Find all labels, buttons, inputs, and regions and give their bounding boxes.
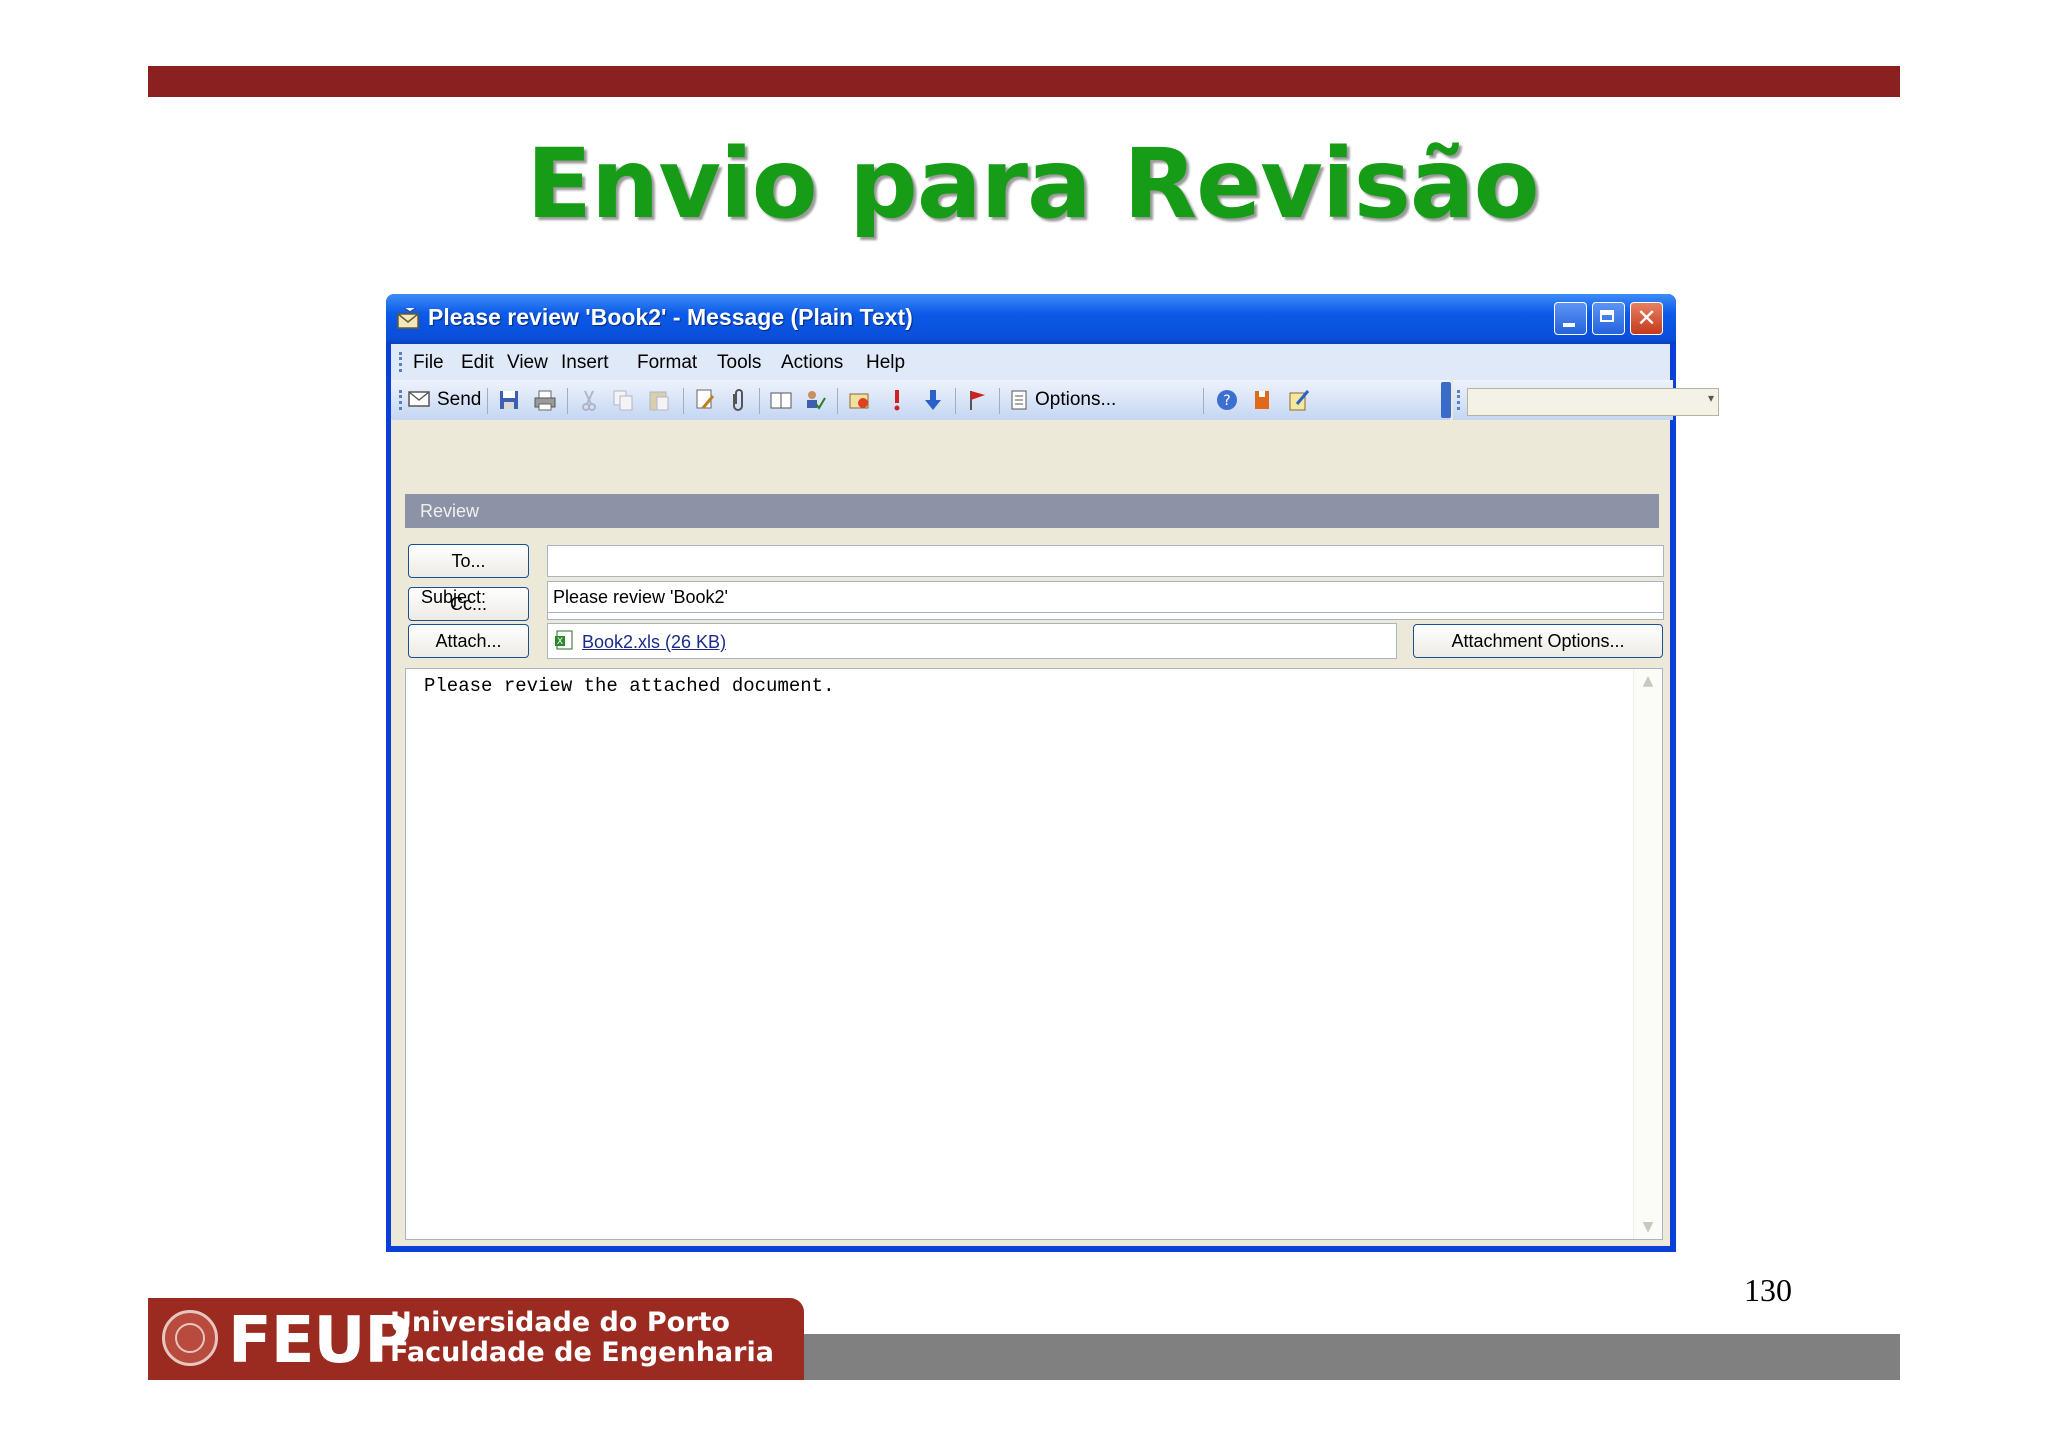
options-icon xyxy=(1011,390,1027,410)
toolbar-grip[interactable] xyxy=(1457,390,1463,410)
follow-up-flag-icon[interactable] xyxy=(965,388,989,412)
options-label: Options... xyxy=(1035,389,1117,410)
minimize-button[interactable] xyxy=(1554,302,1587,335)
toolbar-combo-box[interactable]: ▾ xyxy=(1467,388,1719,416)
window-client: File Edit View Insert Format Tools Actio… xyxy=(391,344,1719,1246)
attachment-link[interactable]: Book2.xls (26 KB) xyxy=(582,632,726,653)
footer-gray-bar xyxy=(800,1334,1900,1380)
subject-field[interactable]: Please review 'Book2' xyxy=(547,581,1664,613)
page-number: 130 xyxy=(1744,1272,1792,1308)
maximize-button[interactable] xyxy=(1592,302,1625,335)
to-button[interactable]: To... xyxy=(408,544,529,578)
menu-insert[interactable]: Insert xyxy=(561,352,609,374)
envelope-icon xyxy=(397,307,419,329)
footer-line-1: Universidade do Porto xyxy=(390,1307,730,1338)
window-title: Please review 'Book2' - Message (Plain T… xyxy=(428,304,913,330)
standard-toolbar: Send Options... ? xyxy=(391,380,1451,420)
menu-bar: File Edit View Insert Format Tools Actio… xyxy=(391,344,1670,380)
close-button[interactable]: ✕ xyxy=(1630,302,1663,335)
menu-grip[interactable] xyxy=(399,352,405,372)
secondary-toolbar: ▾ xyxy=(1453,380,1719,420)
cut-icon[interactable] xyxy=(577,388,601,412)
print-icon[interactable] xyxy=(533,388,557,412)
slide-title: Envio para Revisão xyxy=(526,128,1539,240)
attachment-field: X Book2.xls (26 KB) xyxy=(547,623,1397,659)
message-body[interactable]: Please review the attached document. ▲ ▼ xyxy=(405,668,1663,1240)
paste-icon[interactable] xyxy=(647,388,671,412)
slide-top-bar xyxy=(148,66,1900,97)
copy-icon[interactable] xyxy=(611,388,635,412)
toolbar-overflow-chevron[interactable] xyxy=(1441,382,1451,418)
insert-file-icon[interactable] xyxy=(693,388,717,412)
address-book-icon[interactable] xyxy=(769,388,793,412)
check-names-icon[interactable] xyxy=(803,388,827,412)
feup-logo: FEUP xyxy=(228,1304,411,1378)
menu-actions[interactable]: Actions xyxy=(781,352,843,374)
menu-view[interactable]: View xyxy=(507,352,548,374)
close-icon: ✕ xyxy=(1636,304,1657,332)
help-icon[interactable]: ? xyxy=(1215,388,1239,412)
title-bar[interactable]: Please review 'Book2' - Message (Plain T… xyxy=(386,294,1676,344)
subject-label: Subject: xyxy=(421,587,487,607)
send-label: Send xyxy=(437,389,482,410)
importance-low-icon[interactable] xyxy=(921,388,945,412)
review-bar: Review xyxy=(405,494,1659,528)
attachment-options-button[interactable]: Attachment Options... xyxy=(1413,624,1663,658)
scroll-up-icon[interactable]: ▲ xyxy=(1640,673,1656,689)
footer-university-name: Universidade do Porto Faculdade de Engen… xyxy=(390,1308,774,1368)
toolbar-separator xyxy=(487,388,488,414)
edit-icon[interactable] xyxy=(1287,388,1311,412)
vertical-scrollbar[interactable]: ▲ ▼ xyxy=(1633,669,1662,1239)
importance-high-icon[interactable] xyxy=(885,388,909,412)
send-icon xyxy=(408,391,430,407)
toolbar-separator xyxy=(759,388,760,414)
menu-edit[interactable]: Edit xyxy=(461,352,494,374)
university-seal-icon xyxy=(162,1310,218,1366)
menu-help[interactable]: Help xyxy=(866,352,905,374)
toolbar-separator xyxy=(1203,388,1204,414)
attach-button[interactable]: Attach... xyxy=(408,624,529,658)
save-icon[interactable] xyxy=(497,388,521,412)
attach-icon[interactable] xyxy=(725,388,749,412)
footer-banner: FEUP Universidade do Porto Faculdade de … xyxy=(148,1298,804,1380)
svg-text:X: X xyxy=(557,637,563,647)
office-icon[interactable] xyxy=(1251,388,1275,412)
toolbar-separator xyxy=(683,388,684,414)
excel-file-icon: X xyxy=(555,630,573,650)
toolbar-separator xyxy=(837,388,838,414)
toolbar-separator xyxy=(955,388,956,414)
toolbar-separator xyxy=(567,388,568,414)
chevron-down-icon: ▾ xyxy=(1707,391,1714,405)
message-body-text: Please review the attached document. xyxy=(424,675,835,697)
to-field[interactable] xyxy=(547,545,1664,577)
menu-file[interactable]: File xyxy=(413,352,444,374)
toolbar-separator xyxy=(999,388,1000,414)
flag-mail-icon[interactable] xyxy=(847,388,871,412)
menu-format[interactable]: Format xyxy=(637,352,697,374)
scroll-down-icon[interactable]: ▼ xyxy=(1640,1219,1656,1235)
message-window: Please review 'Book2' - Message (Plain T… xyxy=(386,294,1719,1252)
svg-text:?: ? xyxy=(1223,393,1230,409)
footer-line-2: Faculdade de Engenharia xyxy=(390,1337,774,1368)
toolbar-grip[interactable] xyxy=(399,390,405,410)
menu-tools[interactable]: Tools xyxy=(717,352,761,374)
